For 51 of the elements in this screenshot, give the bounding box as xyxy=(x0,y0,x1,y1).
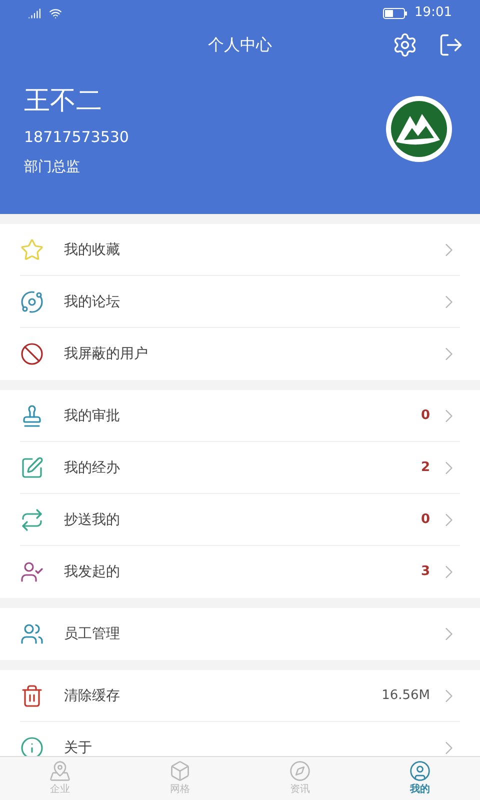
info-icon xyxy=(20,736,44,756)
menu-label: 抄送我的 xyxy=(64,510,120,530)
logout-button[interactable] xyxy=(438,32,464,58)
stamp-icon xyxy=(20,404,44,428)
battery-icon xyxy=(382,8,407,18)
page-title: 个人中心 xyxy=(208,34,272,56)
menu-label: 关于 xyxy=(64,738,92,756)
menu-row[interactable]: 我屏蔽的用户 xyxy=(0,328,480,380)
map-pin-icon xyxy=(49,760,71,782)
users-icon xyxy=(20,622,44,646)
clock: 19:01 xyxy=(414,4,452,22)
edit-icon xyxy=(20,456,44,480)
avatar-logo xyxy=(386,96,452,162)
menu-label: 我的收藏 xyxy=(64,240,120,260)
block-icon xyxy=(20,342,44,366)
menu-label: 我的论坛 xyxy=(64,292,120,312)
count-label: 3 xyxy=(420,563,430,582)
star-icon xyxy=(20,238,44,262)
nav-tab[interactable]: 我的 xyxy=(360,757,480,800)
menu-label: 清除缓存 xyxy=(64,686,120,706)
wifi-icon xyxy=(49,6,62,20)
cache-size: 16.56M xyxy=(382,687,430,706)
swap-icon xyxy=(20,508,44,532)
menu-label: 员工管理 xyxy=(64,624,120,644)
menu-row[interactable]: 关于 xyxy=(0,722,480,756)
trash-icon xyxy=(20,684,44,708)
menu-row[interactable]: 我发起的 3 xyxy=(0,546,480,598)
compass-icon xyxy=(289,760,311,782)
menu-label: 我发起的 xyxy=(64,562,120,582)
planet-icon xyxy=(20,290,44,314)
cube-icon xyxy=(169,760,191,782)
count-label: 0 xyxy=(420,511,430,530)
menu-row[interactable]: 我的收藏 xyxy=(0,224,480,276)
user-name: 王不二 xyxy=(24,85,103,118)
settings-button[interactable] xyxy=(392,32,418,58)
user-check-icon xyxy=(20,560,44,584)
menu-row[interactable]: 我的审批 0 xyxy=(0,390,480,442)
job-title: 部门总监 xyxy=(24,158,81,176)
menu-row[interactable]: 我的经办 2 xyxy=(0,442,480,494)
menu-row[interactable]: 抄送我的 0 xyxy=(0,494,480,546)
phone-number: 18717573530 xyxy=(24,127,129,148)
count-label: 2 xyxy=(420,459,430,478)
menu-label: 我的经办 xyxy=(64,458,120,478)
menu-row[interactable]: 员工管理 xyxy=(0,608,480,660)
menu-label: 我的审批 xyxy=(64,406,120,426)
signal-icon xyxy=(28,6,41,20)
menu-row[interactable]: 我的论坛 xyxy=(0,276,480,328)
menu-row[interactable]: 清除缓存 16.56M xyxy=(0,670,480,722)
menu-label: 我屏蔽的用户 xyxy=(64,344,148,364)
user-icon xyxy=(409,760,431,782)
count-label: 0 xyxy=(420,407,430,426)
